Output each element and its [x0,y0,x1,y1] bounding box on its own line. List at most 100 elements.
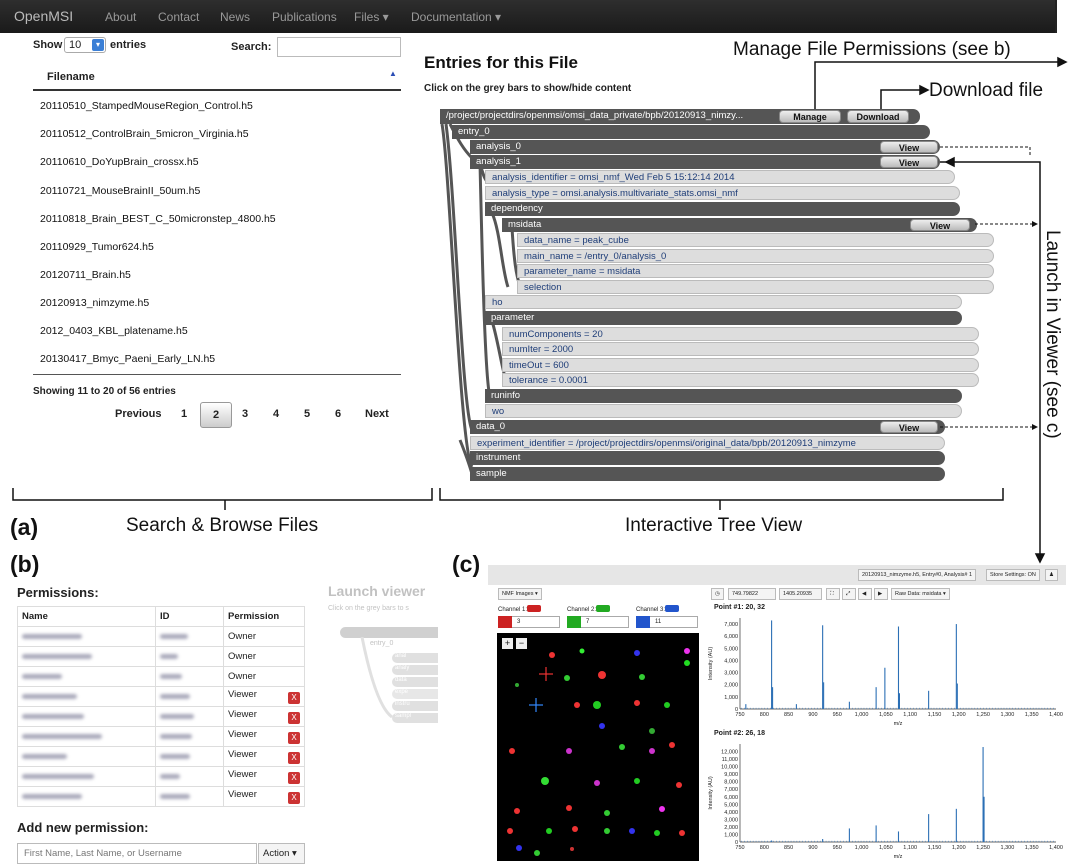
expand-icon[interactable]: ⤢ [842,588,856,600]
column-header-name: Name [17,606,156,627]
action-dropdown-button[interactable]: Action ▾ [258,843,305,864]
y-tick-label: 4,000 [724,810,738,816]
faded-node: sampl [392,713,438,723]
spectrum-2-title: Point #2: 26, 18 [714,730,765,737]
viewer-topbar [488,565,1066,585]
permission-level: Viewer [228,729,257,740]
step-back-icon[interactable]: ◀ [858,588,872,600]
permission-level: Viewer [228,769,257,780]
compress-icon[interactable]: ⛶ [826,588,840,600]
panel-label-b: (b) [10,551,40,577]
y-tick-label: 2,000 [724,825,738,831]
x-tick-label: 1,200 [952,845,966,851]
store-settings-toggle[interactable]: Store Settings: ON [986,569,1040,581]
x-tick-label: 1,400 [1049,845,1063,851]
x-tick-label: 1,250 [976,712,990,718]
remove-permission-button[interactable]: X [288,732,300,744]
channel-2-toggle[interactable] [596,605,610,612]
remove-permission-button[interactable]: X [288,692,300,704]
x-tick-label: 1,350 [1025,712,1039,718]
permission-level: Owner [223,626,305,647]
x-tick-label: 1,350 [1025,845,1039,851]
ion-image-canvas[interactable]: + − [497,633,699,861]
remove-permission-button[interactable]: X [288,772,300,784]
x-tick-label: 1,200 [952,712,966,718]
y-tick-label: 10,000 [721,765,738,771]
channel-1-label: Channel 1: [498,607,528,613]
x-tick-label: 900 [808,712,817,718]
mz-high-input[interactable]: 1405.20935 [779,588,822,600]
permission-level: Owner [223,646,305,667]
table-row: Owner [17,646,305,667]
faded-viewer-preview: Launch viewer Click on the grey bars to … [328,583,438,743]
column-header-permission: Permission [223,606,305,627]
channel-1-value: 3 [517,619,521,625]
spectrum-chart-2[interactable]: 750 800 850 900 950 1,000 1,050 1,100 1,150 1,200… [706,738,1066,860]
y-tick-label: 5,000 [724,646,738,652]
raw-data-dropdown[interactable]: Raw Data: msidata ▾ [891,588,950,600]
faded-title: Launch viewer [328,583,426,599]
permission-level: Viewer [228,689,257,700]
remove-permission-button[interactable]: X [288,792,300,804]
zoom-out-button[interactable]: − [516,638,527,649]
mz-low-input[interactable]: 749.79822 [728,588,776,600]
faded-node: data [392,677,438,687]
file-info-badge: 20120913_nimzyme.h5, Entry#0, Analysis# … [858,569,977,581]
column-header-id: ID [155,606,224,627]
y-axis-title: Intensity (AU) [708,776,714,809]
wrench-icon [636,616,650,628]
x-tick-label: 850 [784,845,793,851]
y-tick-label: 7,000 [724,622,738,628]
table-row: Owner [17,666,305,687]
remove-permission-button[interactable]: X [288,712,300,724]
x-tick-label: 1,050 [879,712,893,718]
table-row: Viewer X [17,786,305,807]
x-tick-label: 1,100 [903,845,917,851]
faded-node: analy [392,665,438,675]
x-tick-label: 950 [833,845,842,851]
y-tick-label: 0 [735,707,738,713]
x-tick-label: 1,050 [879,845,893,851]
clock-icon[interactable]: ◷ [711,588,724,600]
faded-node: instru [392,701,438,711]
ion-image [507,648,690,856]
remove-permission-button[interactable]: X [288,752,300,764]
step-forward-icon[interactable]: ▶ [874,588,888,600]
x-tick-label: 1,150 [928,845,942,851]
y-tick-label: 1,000 [724,832,738,838]
wrench-icon [567,616,581,628]
nmf-images-dropdown[interactable]: NMF Images ▾ [498,588,542,600]
faded-node: anal [392,653,438,663]
person-icon[interactable]: ♟ [1045,569,1058,581]
caption-tree-view: Interactive Tree View [625,515,803,536]
faded-node: expe [392,689,438,699]
faded-hint: Click on the grey bars to s [328,605,409,612]
channel-3-value: 11 [655,619,662,625]
table-header-row: Name ID Permission [17,606,305,627]
x-tick-label: 800 [760,712,769,718]
zoom-in-button[interactable]: + [502,638,513,649]
panel-label-c: (c) [452,551,481,577]
permissions-table: Name ID Permission Owner Owner Owner Vie… [17,606,305,807]
y-tick-label: 6,000 [724,795,738,801]
permission-level: Owner [223,666,305,687]
x-tick-label: 800 [760,845,769,851]
spectrum-chart-1[interactable]: 750 800 850 900 950 1,000 1,050 1,100 1,150 1,200… [706,612,1066,727]
table-row: Owner [17,626,305,647]
x-tick-label: 1,300 [1001,845,1015,851]
y-tick-label: 3,000 [724,671,738,677]
x-axis-title: m/z [894,854,903,860]
channel-3-toggle[interactable] [665,605,679,612]
permissions-title: Permissions: [17,585,99,600]
permission-level: Viewer [228,709,257,720]
x-tick-label: 1,000 [855,845,869,851]
table-row: Viewer X [17,766,305,787]
spectrum-1-title: Point #1: 20, 32 [714,604,765,611]
channel-3-label: Channel 3: [636,607,666,613]
panel-label-a: (a) [10,514,39,540]
y-tick-label: 12,000 [721,750,738,756]
y-tick-label: 0 [735,840,738,846]
x-axis-title: m/z [894,721,903,727]
new-permission-input[interactable]: First Name, Last Name, or Username [17,843,257,864]
channel-1-toggle[interactable] [527,605,541,612]
